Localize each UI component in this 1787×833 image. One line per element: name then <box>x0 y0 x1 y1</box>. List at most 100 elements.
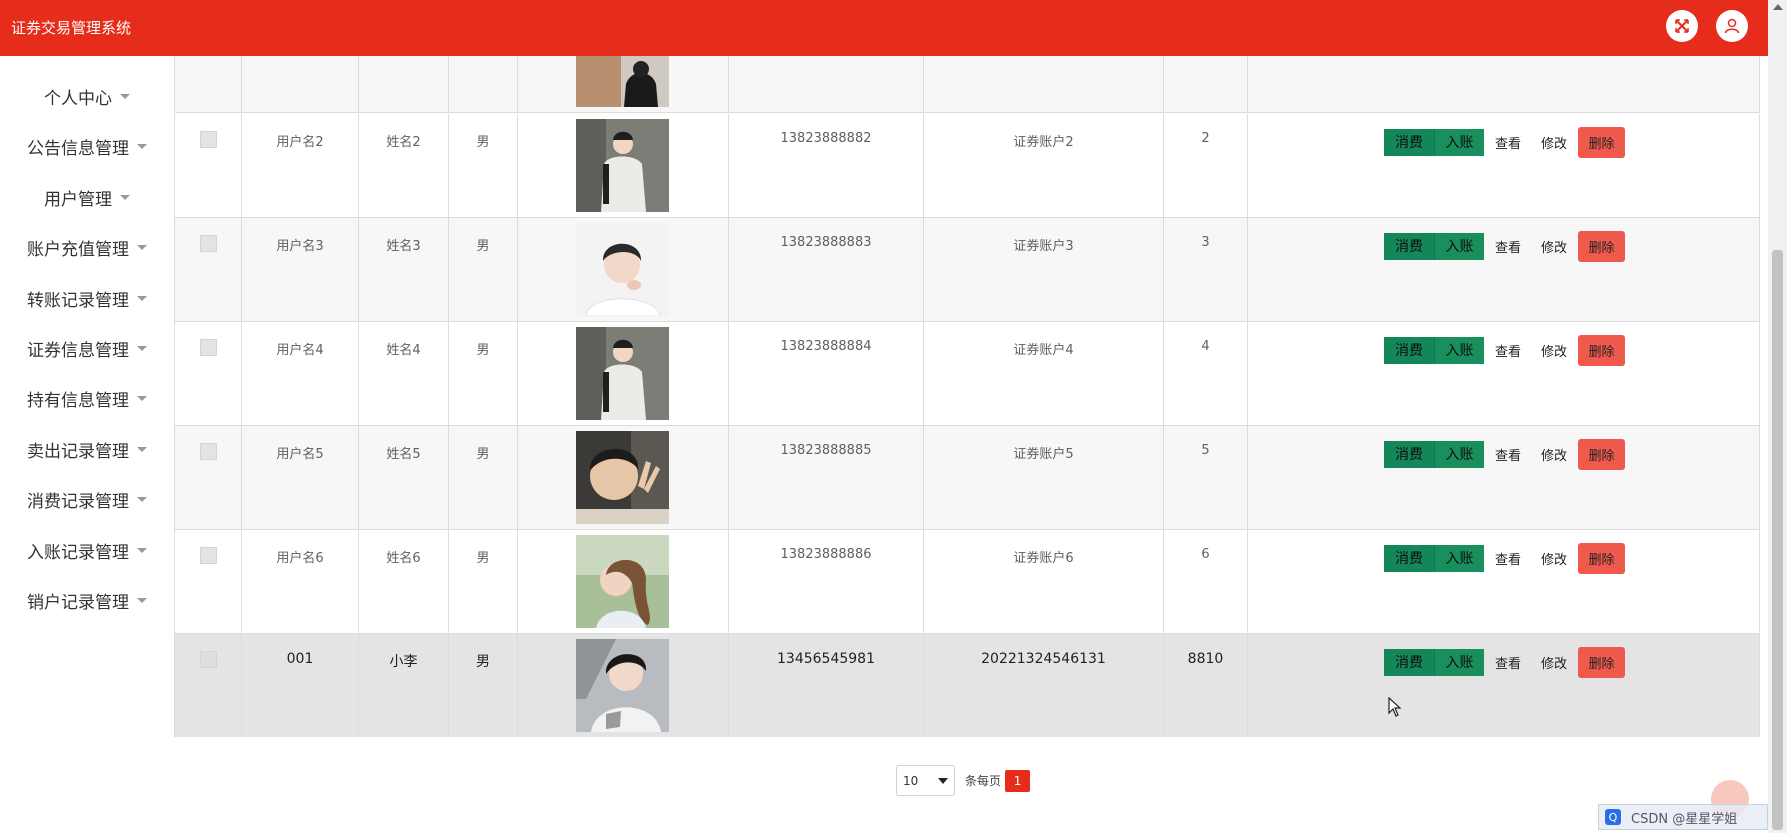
user-photo <box>576 535 669 628</box>
credit-button[interactable]: 入账 <box>1434 648 1484 676</box>
sidebar-item-announcements[interactable]: 公告信息管理 <box>0 129 174 163</box>
sidebar-item-label: 用户管理 <box>44 189 112 210</box>
delete-button[interactable]: 删除 <box>1578 438 1625 470</box>
row-actions: 消费 入账 查看 修改 删除 <box>1384 542 1625 574</box>
cell-account: 证券账户3 <box>924 218 1164 322</box>
cell-username: 001 <box>242 634 359 737</box>
cell-name: 姓名6 <box>359 530 449 634</box>
delete-button[interactable]: 删除 <box>1578 646 1625 678</box>
edit-button[interactable]: 修改 <box>1530 129 1578 156</box>
consume-button[interactable]: 消费 <box>1384 440 1434 468</box>
table-row: 用户名4 姓名4 男 13823888884 证券账户4 4 消费 入账 查看 … <box>174 322 1760 426</box>
cell-phone: 13823888882 <box>729 114 924 218</box>
sidebar-item-recharge[interactable]: 账户充值管理 <box>0 230 174 264</box>
credit-button[interactable]: 入账 <box>1434 232 1484 260</box>
cell-account: 证券账户5 <box>924 426 1164 530</box>
edit-button[interactable]: 修改 <box>1530 649 1578 676</box>
caret-down-icon <box>137 345 147 351</box>
delete-button[interactable]: 删除 <box>1578 334 1625 366</box>
edit-button[interactable]: 修改 <box>1530 337 1578 364</box>
cell-balance: 5 <box>1164 426 1248 530</box>
caret-down-icon <box>137 597 147 603</box>
credit-button[interactable]: 入账 <box>1434 336 1484 364</box>
consume-button[interactable]: 消费 <box>1384 648 1434 676</box>
sidebar-item-label: 证券信息管理 <box>27 340 129 361</box>
sidebar-item-transfers[interactable]: 转账记录管理 <box>0 281 174 315</box>
cell-username: 用户名5 <box>242 426 359 530</box>
cell-gender: 男 <box>449 322 518 426</box>
sidebar-item-securities[interactable]: 证券信息管理 <box>0 331 174 365</box>
view-button[interactable]: 查看 <box>1486 233 1530 260</box>
cell-balance: 3 <box>1164 218 1248 322</box>
chevron-down-icon <box>938 777 948 784</box>
cell-name: 小李 <box>359 634 449 737</box>
page-button-current[interactable]: 1 <box>1005 769 1031 792</box>
view-button[interactable]: 查看 <box>1486 129 1530 156</box>
row-checkbox[interactable] <box>199 235 217 252</box>
row-actions: 消费 入账 查看 修改 删除 <box>1384 126 1625 158</box>
caret-down-icon <box>120 93 130 99</box>
page-size-value: 10 <box>903 773 919 788</box>
consume-button[interactable]: 消费 <box>1384 128 1434 156</box>
row-actions: 消费 入账 查看 修改 删除 <box>1384 230 1625 262</box>
sidebar-item-label: 消费记录管理 <box>27 491 129 512</box>
cell-balance: 8810 <box>1164 634 1248 737</box>
user-photo <box>576 431 669 524</box>
fullscreen-icon[interactable] <box>1666 10 1698 42</box>
row-checkbox[interactable] <box>199 339 217 356</box>
delete-button[interactable]: 删除 <box>1578 126 1625 158</box>
row-checkbox[interactable] <box>199 547 217 564</box>
cell-balance: 2 <box>1164 114 1248 218</box>
row-checkbox[interactable] <box>199 651 217 668</box>
scroll-up-arrow-icon[interactable] <box>1773 4 1783 10</box>
page-scrollbar[interactable] <box>1768 0 1787 833</box>
credit-button[interactable]: 入账 <box>1434 544 1484 572</box>
edit-button[interactable]: 修改 <box>1530 441 1578 468</box>
cell-username: 用户名2 <box>242 114 359 218</box>
sidebar-item-holdings[interactable]: 持有信息管理 <box>0 381 174 415</box>
edit-button[interactable]: 修改 <box>1530 545 1578 572</box>
cell-phone: 13823888883 <box>729 218 924 322</box>
mouse-cursor-icon <box>1388 696 1402 721</box>
cell-gender: 男 <box>449 634 518 737</box>
credit-button[interactable]: 入账 <box>1434 440 1484 468</box>
app-title: 证券交易管理系统 <box>11 19 132 37</box>
sidebar-item-users[interactable]: 用户管理 <box>0 180 174 214</box>
consume-button[interactable]: 消费 <box>1384 232 1434 260</box>
watermark-text: CSDN @星星学姐 <box>1631 811 1738 827</box>
cell-phone: 13823888885 <box>729 426 924 530</box>
sidebar-item-personal-center[interactable]: 个人中心 <box>0 79 174 113</box>
qq-icon: Q <box>1605 809 1621 825</box>
sidebar-item-sales[interactable]: 卖出记录管理 <box>0 432 174 466</box>
view-button[interactable]: 查看 <box>1486 337 1530 364</box>
view-button[interactable]: 查看 <box>1486 441 1530 468</box>
credit-button[interactable]: 入账 <box>1434 128 1484 156</box>
cell-name: 姓名2 <box>359 114 449 218</box>
sidebar-item-label: 卖出记录管理 <box>27 441 129 462</box>
row-actions: 消费 入账 查看 修改 删除 <box>1384 646 1625 678</box>
sidebar-item-label: 个人中心 <box>44 88 112 109</box>
view-button[interactable]: 查看 <box>1486 649 1530 676</box>
row-checkbox[interactable] <box>199 131 217 148</box>
row-checkbox[interactable] <box>199 443 217 460</box>
cell-account: 证券账户4 <box>924 322 1164 426</box>
caret-down-icon <box>137 244 147 250</box>
consume-button[interactable]: 消费 <box>1384 336 1434 364</box>
edit-button[interactable]: 修改 <box>1530 233 1578 260</box>
delete-button[interactable]: 删除 <box>1578 230 1625 262</box>
consume-button[interactable]: 消费 <box>1384 544 1434 572</box>
delete-button[interactable]: 删除 <box>1578 542 1625 574</box>
scrollbar-thumb[interactable] <box>1772 250 1783 830</box>
sidebar-item-consumption[interactable]: 消费记录管理 <box>0 482 174 516</box>
user-avatar-icon[interactable] <box>1716 10 1748 42</box>
cell-gender: 男 <box>449 530 518 634</box>
caret-down-icon <box>120 194 130 200</box>
sidebar-item-account-closure[interactable]: 销户记录管理 <box>0 583 174 617</box>
view-button[interactable]: 查看 <box>1486 545 1530 572</box>
user-photo <box>576 56 669 107</box>
page-size-select[interactable]: 10 <box>896 765 955 796</box>
sidebar-item-credits[interactable]: 入账记录管理 <box>0 533 174 567</box>
per-page-label: 条每页 <box>965 774 1002 788</box>
cell-gender: 男 <box>449 426 518 530</box>
cell-name: 姓名4 <box>359 322 449 426</box>
